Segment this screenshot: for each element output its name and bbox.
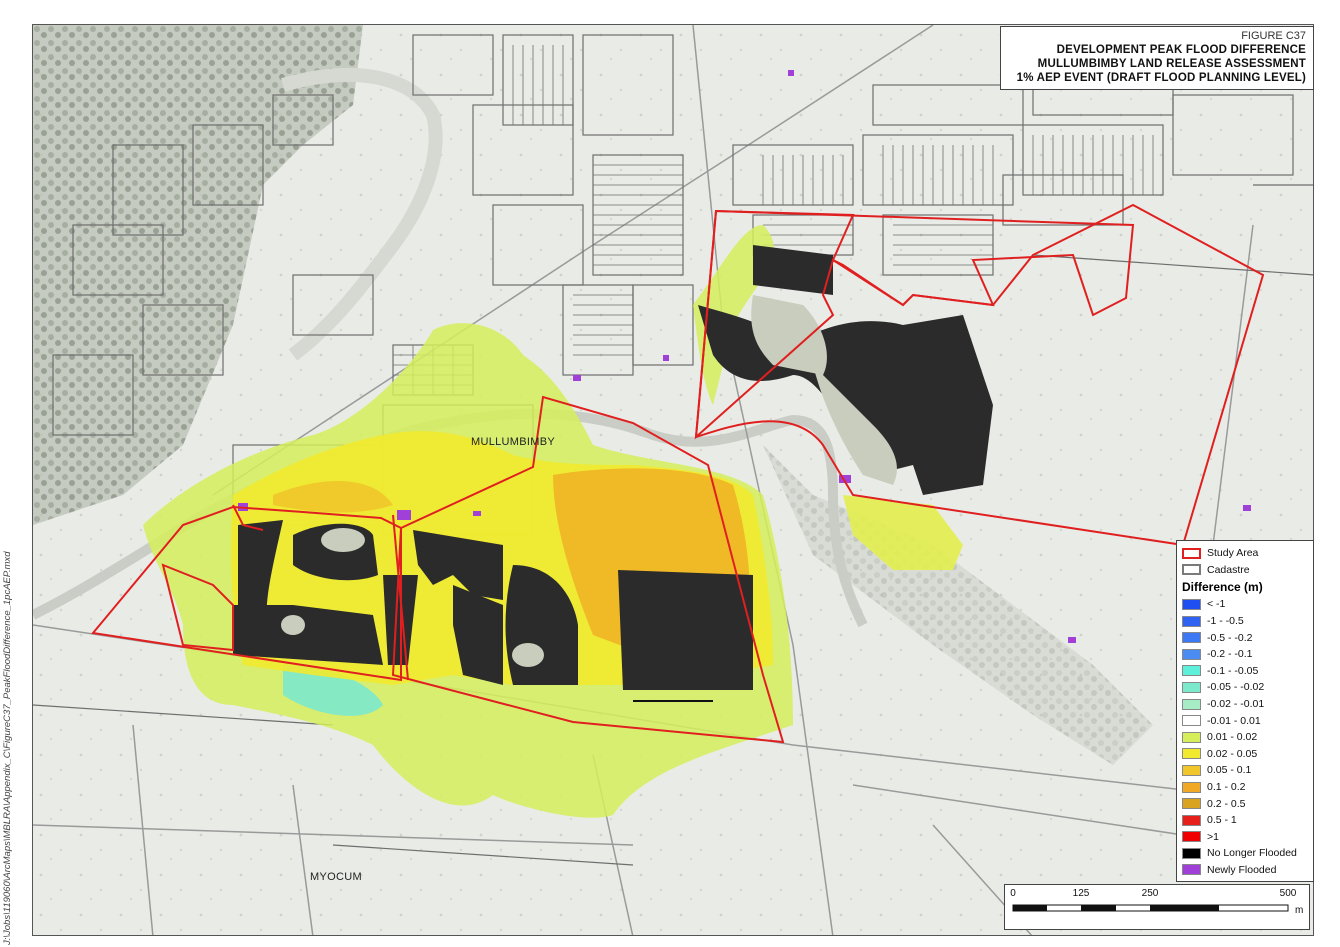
legend-class-label: -0.02 - -0.01 (1207, 698, 1265, 711)
legend-swatch (1182, 615, 1201, 627)
legend-class-label: -0.01 - 0.01 (1207, 714, 1261, 727)
place-label-myocum: MYOCUM (310, 871, 362, 883)
legend-class-label: 0.05 - 0.1 (1207, 764, 1252, 777)
figure-title-line-1: DEVELOPMENT PEAK FLOOD DIFFERENCE (1056, 44, 1306, 56)
legend-class-item: < -1 (1182, 596, 1309, 613)
figure-title-box: FIGURE C37 DEVELOPMENT PEAK FLOOD DIFFER… (1000, 26, 1314, 90)
legend-swatch (1182, 847, 1201, 859)
legend-swatch (1182, 864, 1201, 876)
scale-bar-graphic (1012, 904, 1289, 912)
legend-class-label: < -1 (1207, 598, 1226, 611)
legend-class-item: 0.02 - 0.05 (1182, 746, 1309, 763)
legend-swatch (1182, 665, 1201, 677)
legend-class-item: >1 (1182, 829, 1309, 846)
legend-swatch (1182, 764, 1201, 776)
legend-swatch (1182, 781, 1201, 793)
legend-class-item: -0.5 - -0.2 (1182, 629, 1309, 646)
legend-class-label: -0.05 - -0.02 (1207, 681, 1265, 694)
legend-swatch (1182, 715, 1201, 727)
legend-swatch (1182, 598, 1201, 610)
legend-swatch (1182, 798, 1201, 810)
figure-title-line-2: MULLUMBIMBY LAND RELEASE ASSESSMENT (1037, 58, 1306, 70)
legend-class-item: -1 - -0.5 (1182, 613, 1309, 630)
legend-class-label: -0.5 - -0.2 (1207, 631, 1253, 644)
legend-class-label: >1 (1207, 830, 1219, 843)
legend-class-label: 0.01 - 0.02 (1207, 731, 1258, 744)
legend-class-label: -1 - -0.5 (1207, 615, 1244, 628)
study-area-swatch (1182, 547, 1201, 559)
scale-unit: m (1295, 905, 1304, 916)
legend-class-item: -0.2 - -0.1 (1182, 646, 1309, 663)
legend-swatch (1182, 748, 1201, 760)
legend-swatch (1182, 648, 1201, 660)
legend-study-area-label: Study Area (1207, 547, 1259, 560)
legend-swatch (1182, 632, 1201, 644)
legend-class-item: 0.2 - 0.5 (1182, 795, 1309, 812)
map-legend: Study Area Cadastre Difference (m) < -1 -… (1176, 540, 1314, 883)
legend-class-item: -0.1 - -0.05 (1182, 663, 1309, 680)
legend-class-item: 0.01 - 0.02 (1182, 729, 1309, 746)
file-path-label: J:\Jobs\119060\ArcMaps\MBLRA\Appendix_C\… (2, 551, 13, 945)
legend-class-item: -0.01 - 0.01 (1182, 712, 1309, 729)
legend-class-item: 0.5 - 1 (1182, 812, 1309, 829)
legend-study-area: Study Area (1182, 545, 1309, 562)
cadastre-swatch (1182, 564, 1201, 576)
legend-class-item: 0.1 - 0.2 (1182, 779, 1309, 796)
map-frame[interactable]: MULLUMBIMBY MYOCUM (32, 24, 1314, 936)
legend-class-label: 0.02 - 0.05 (1207, 747, 1258, 760)
map-canvas (33, 25, 1313, 935)
legend-swatch (1182, 814, 1201, 826)
legend-class-item: Newly Flooded (1182, 862, 1309, 879)
legend-cadastre: Cadastre (1182, 562, 1309, 579)
legend-class-label: No Longer Flooded (1207, 847, 1297, 860)
figure-title-line-3: 1% AEP EVENT (DRAFT FLOOD PLANNING LEVEL… (1016, 72, 1306, 84)
legend-class-label: -0.1 - -0.05 (1207, 664, 1259, 677)
legend-class-label: Newly Flooded (1207, 863, 1277, 876)
legend-class-item: -0.02 - -0.01 (1182, 696, 1309, 713)
legend-swatch (1182, 681, 1201, 693)
legend-cadastre-label: Cadastre (1207, 563, 1250, 576)
legend-swatch (1182, 731, 1201, 743)
legend-class-label: 0.1 - 0.2 (1207, 781, 1246, 794)
legend-class-item: -0.05 - -0.02 (1182, 679, 1309, 696)
legend-class-label: 0.2 - 0.5 (1207, 797, 1246, 810)
legend-class-label: -0.2 - -0.1 (1207, 648, 1253, 661)
legend-class-list: < -1 -1 - -0.5 -0.5 - -0.2 -0.2 - -0.1 -0.1 … (1182, 596, 1309, 878)
legend-swatch (1182, 831, 1201, 843)
scale-bar: 0 125 250 500 m (1004, 884, 1310, 930)
legend-swatch (1182, 698, 1201, 710)
legend-class-item: 0.05 - 0.1 (1182, 762, 1309, 779)
legend-heading: Difference (m) (1182, 580, 1263, 595)
legend-class-label: 0.5 - 1 (1207, 814, 1237, 827)
figure-number: FIGURE C37 (1241, 30, 1306, 42)
place-label-mullumbimby: MULLUMBIMBY (471, 436, 555, 448)
legend-class-item: No Longer Flooded (1182, 845, 1309, 862)
